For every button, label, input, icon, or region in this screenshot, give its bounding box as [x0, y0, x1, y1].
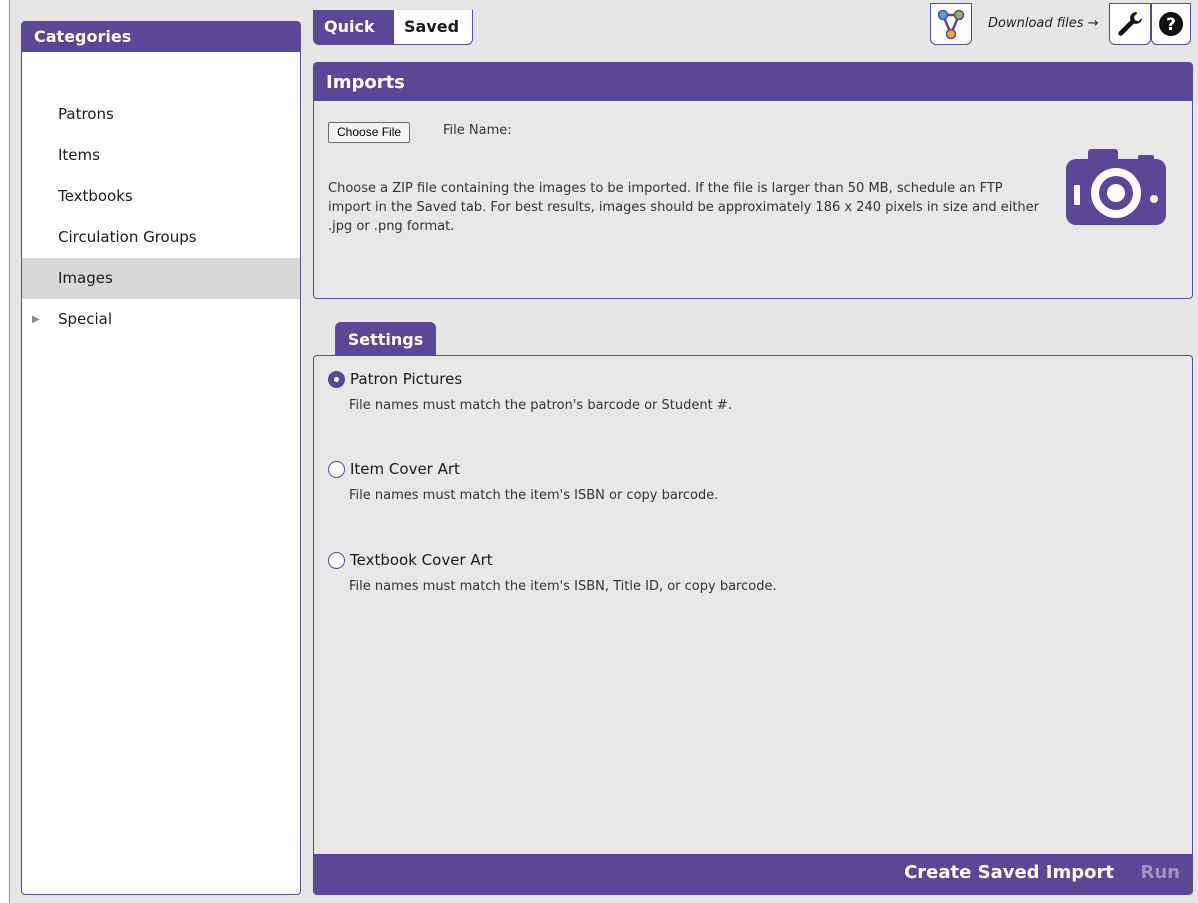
categories-sidebar: Categories Patrons Items Textbooks Circu…: [21, 21, 301, 895]
option-description: File names must match the item's ISBN or…: [349, 488, 719, 503]
option-description: File names must match the patron's barco…: [349, 398, 732, 413]
imports-description: Choose a ZIP file containing the images …: [328, 181, 1040, 234]
sidebar-item-patrons[interactable]: Patrons: [22, 94, 300, 135]
settings-tab: Settings: [335, 322, 436, 356]
file-name-label: File Name:: [443, 123, 512, 138]
tab-quick[interactable]: Quick: [313, 10, 393, 45]
expand-triangle-icon[interactable]: ▶: [32, 299, 40, 340]
window-left-edge: [0, 0, 10, 903]
option-label: Item Cover Art: [350, 460, 460, 478]
tools-button[interactable]: [1109, 3, 1151, 45]
sidebar-item-label: Items: [58, 146, 100, 164]
patron-pictures-radio[interactable]: [328, 370, 345, 388]
action-footer: Create Saved Import Run: [314, 854, 1192, 894]
option-textbook-cover-art: Textbook Cover Art File names must match…: [328, 551, 777, 594]
sidebar-item-images[interactable]: Images: [22, 258, 300, 299]
run-button[interactable]: Run: [1141, 862, 1181, 883]
svg-text:?: ?: [1166, 15, 1176, 35]
camera-icon: [1066, 149, 1166, 225]
option-label: Patron Pictures: [350, 370, 463, 388]
sidebar-item-label: Special: [58, 310, 113, 328]
textbook-cover-art-radio-row[interactable]: Textbook Cover Art: [328, 551, 777, 569]
sidebar-item-circulation-groups[interactable]: Circulation Groups: [22, 217, 300, 258]
choose-file-button[interactable]: Choose File: [328, 122, 411, 143]
option-item-cover-art: Item Cover Art File names must match the…: [328, 460, 718, 503]
wrench-icon: [1118, 12, 1142, 36]
help-button[interactable]: ?: [1151, 3, 1191, 45]
tab-saved[interactable]: Saved: [393, 10, 473, 45]
sidebar-list: Patrons Items Textbooks Circulation Grou…: [22, 94, 300, 340]
sidebar-item-special[interactable]: ▶ Special: [22, 299, 300, 340]
option-description: File names must match the item's ISBN, T…: [349, 579, 777, 594]
sidebar-item-label: Textbooks: [58, 187, 133, 205]
help-icon: ?: [1159, 12, 1183, 36]
imports-panel: Imports Choose File File Name: Choose a …: [313, 62, 1193, 299]
option-patron-pictures: Patron Pictures File names must match th…: [328, 370, 732, 413]
sidebar-item-label: Circulation Groups: [58, 228, 197, 246]
sidebar-item-label: Images: [58, 269, 113, 287]
sidebar-item-items[interactable]: Items: [22, 135, 300, 176]
option-label: Textbook Cover Art: [350, 551, 493, 569]
settings-panel: Patron Pictures File names must match th…: [313, 355, 1193, 895]
workflow-button[interactable]: [930, 3, 972, 45]
download-files-label: Download files →: [988, 16, 1099, 31]
create-saved-import-button[interactable]: Create Saved Import: [904, 862, 1114, 883]
sidebar-item-textbooks[interactable]: Textbooks: [22, 176, 300, 217]
workflow-icon: [937, 9, 965, 40]
sidebar-item-label: Patrons: [58, 105, 114, 123]
item-cover-art-radio-row[interactable]: Item Cover Art: [328, 460, 718, 478]
item-cover-art-radio[interactable]: [328, 460, 345, 478]
imports-title: Imports: [314, 63, 1192, 101]
textbook-cover-art-radio[interactable]: [328, 551, 345, 569]
patron-pictures-radio-row[interactable]: Patron Pictures: [328, 370, 732, 388]
sidebar-title: Categories: [22, 22, 300, 52]
